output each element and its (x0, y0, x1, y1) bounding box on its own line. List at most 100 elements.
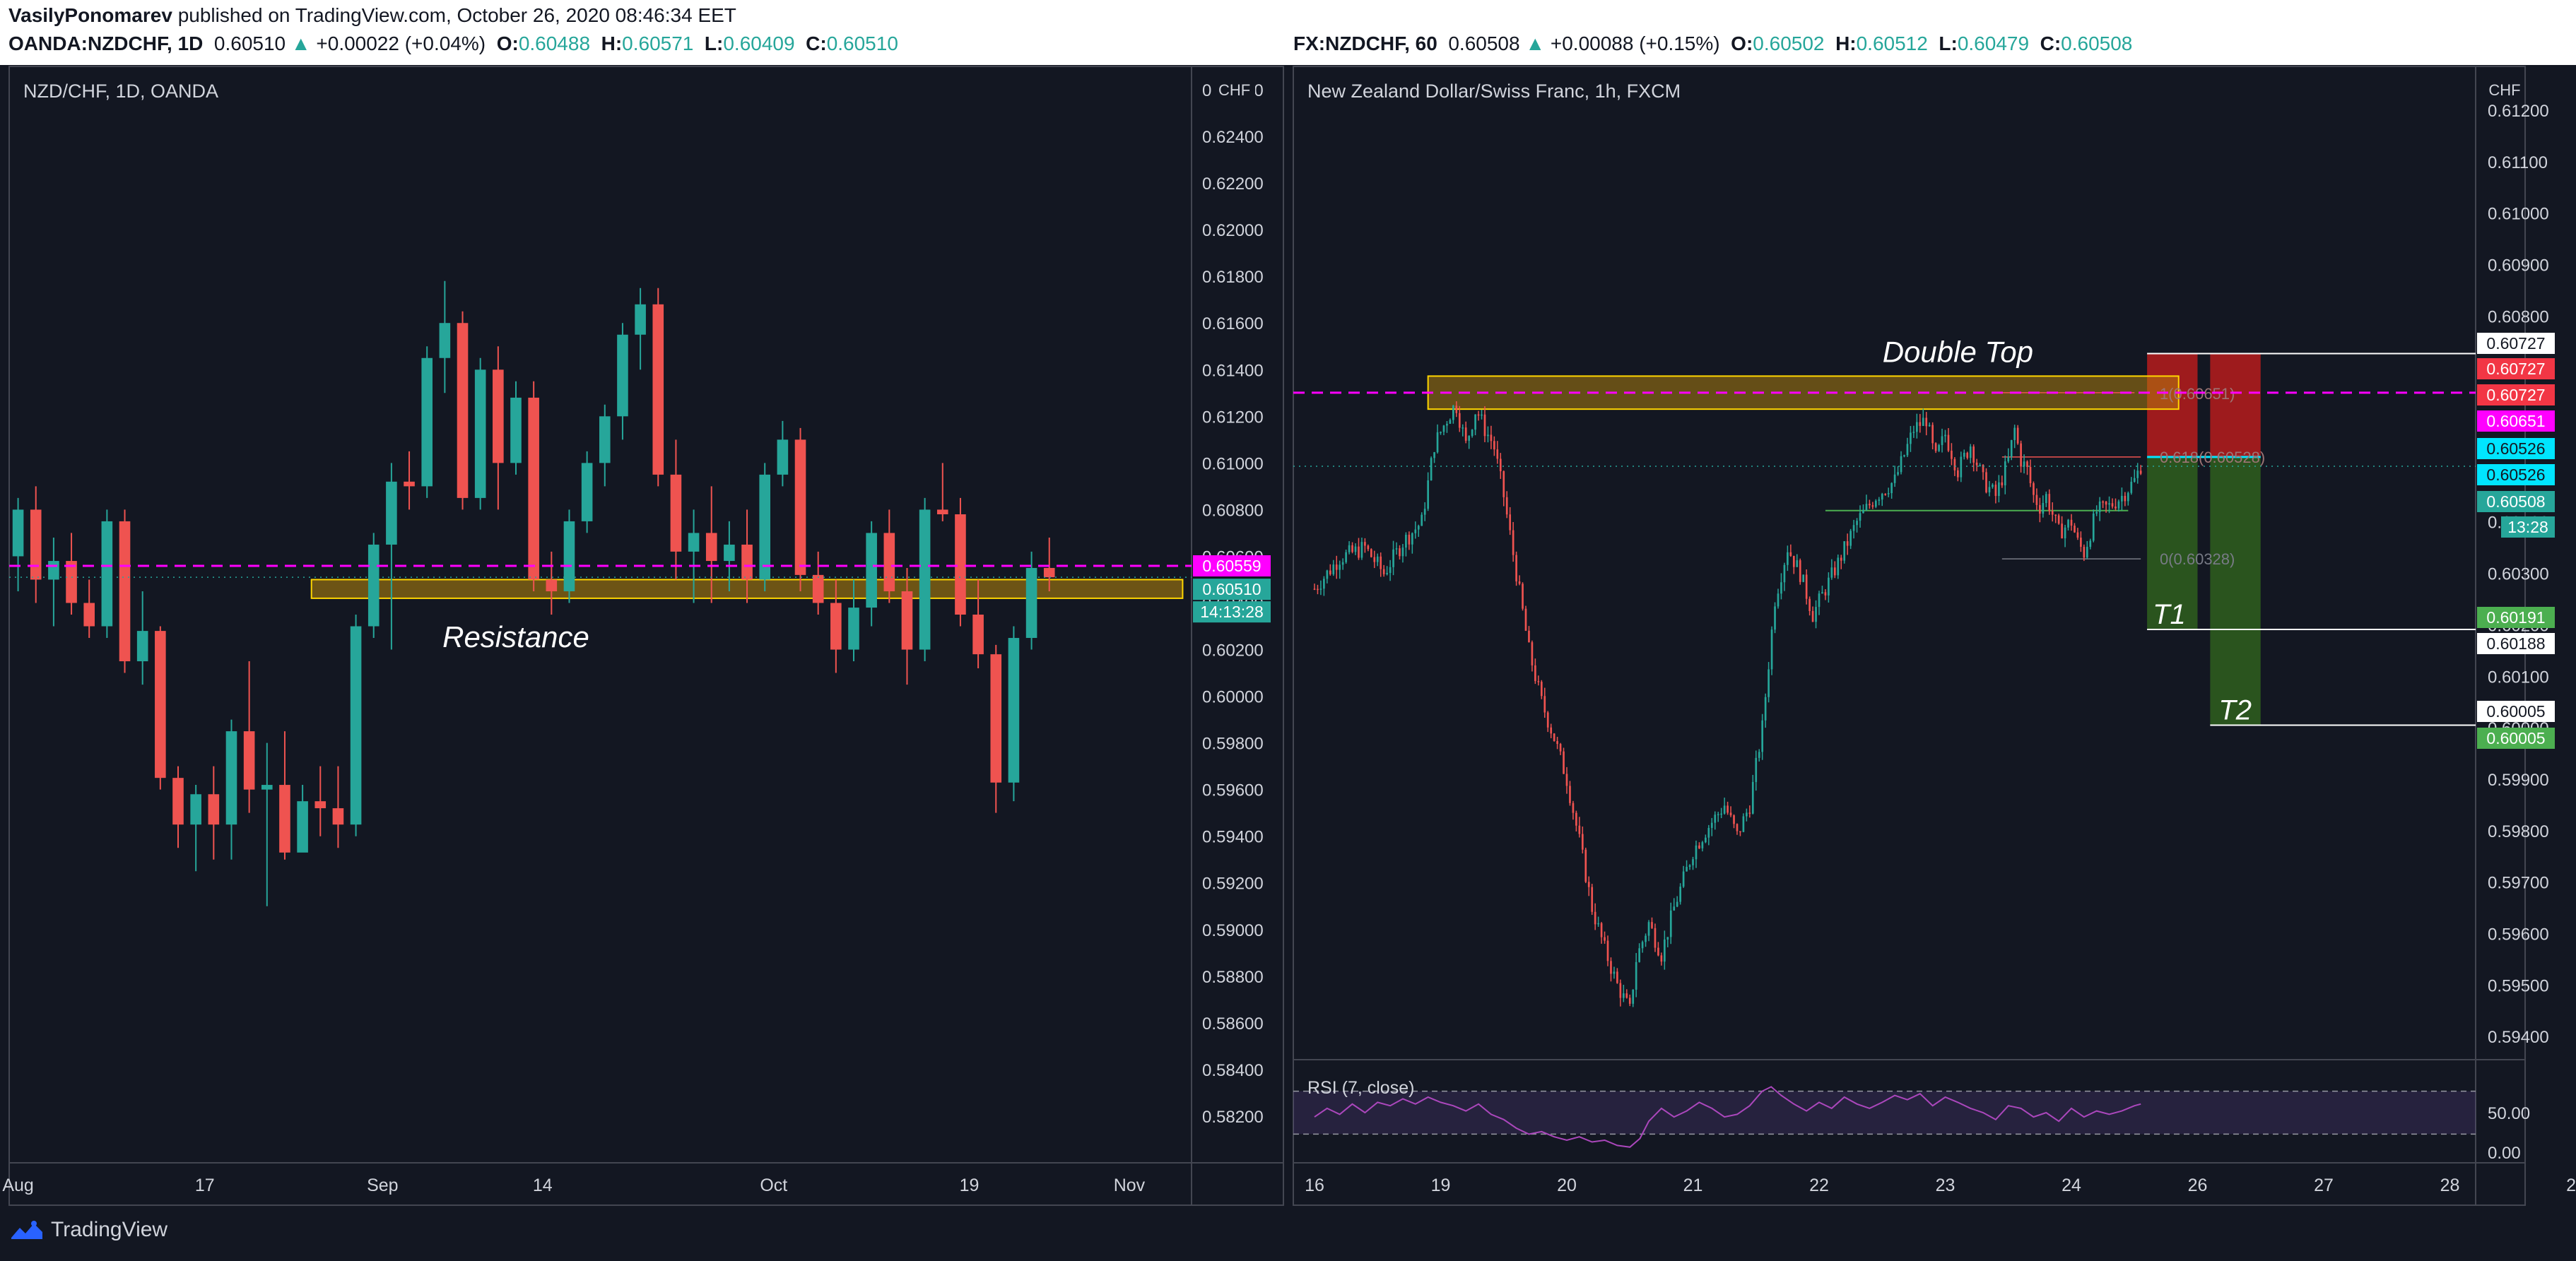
price-tick-label: 0.62000 (1202, 221, 1264, 240)
candle-body (1386, 572, 1388, 574)
charts-canvas[interactable]: 0.626000.624000.622000.620000.618000.616… (0, 0, 2576, 1261)
candle-body (1613, 971, 1616, 974)
candle-body (1025, 567, 1037, 639)
candle-body (1710, 822, 1713, 828)
left-chart-title: NZD/CHF, 1D, OANDA (23, 81, 219, 102)
candle-body (1859, 513, 1862, 521)
candle-body (1663, 939, 1666, 962)
candle-body (1575, 812, 1577, 826)
candle-body (1565, 774, 1568, 786)
candle-body (1591, 887, 1594, 912)
price-tag-label: 0.60510 (1202, 580, 1261, 598)
price-tick-label: 0.59000 (1202, 921, 1264, 940)
candle-body (2095, 511, 2098, 514)
candle-body (1705, 837, 1707, 843)
candle-body (1922, 418, 1924, 426)
price-tick-label: 0.60800 (2488, 307, 2549, 326)
candle-body (1540, 682, 1543, 697)
candle-body (2067, 519, 2069, 528)
candle-body (1464, 427, 1467, 441)
candle-body (1442, 425, 1445, 432)
candle-body (1856, 521, 1858, 526)
candle-body (528, 397, 539, 580)
price-tag-label: 0.60727 (2486, 334, 2545, 353)
price-tick-label: 0.59200 (1202, 875, 1264, 894)
candle-body (172, 778, 184, 825)
candle-body (866, 533, 877, 608)
candle-body (1405, 534, 1407, 548)
candle-body (2139, 470, 2142, 474)
candle-body (2010, 439, 2013, 457)
price-tick-label: 0.58800 (1202, 968, 1264, 987)
candle-body (1761, 720, 1764, 752)
candle-body (2127, 492, 2129, 502)
candle-body (1522, 584, 1524, 609)
candle-body (1890, 483, 1893, 494)
candle-body (1430, 458, 1433, 480)
candle-body (2051, 511, 2054, 515)
price-tick-label: 0.62200 (1202, 174, 1264, 194)
candle-body (1758, 752, 1760, 758)
candle-body (1869, 504, 1871, 506)
candle-body (1695, 845, 1698, 860)
candle-body (688, 533, 700, 552)
candle-body (2115, 507, 2117, 509)
candle-body (1323, 579, 1325, 589)
candle-body (830, 603, 842, 650)
candle-body (1452, 405, 1454, 420)
candle-body (1799, 560, 1801, 582)
candle-body (1897, 472, 1899, 475)
candle-body (510, 397, 522, 463)
candle-body (1893, 474, 1896, 483)
candle-body (1846, 541, 1849, 546)
time-tick-label: 24 (2062, 1176, 2081, 1195)
candle-body (1455, 405, 1458, 413)
candle-body (1903, 455, 1905, 456)
price-tick-label: 0.60900 (2488, 256, 2549, 275)
candle-body (1865, 504, 1868, 510)
candle-body (350, 626, 362, 825)
candle-body (2089, 540, 2092, 547)
target-box-t2[interactable] (2210, 456, 2261, 726)
right-chart[interactable]: 0.61200 0.61100 0.61000 0.60900 0.60800 0.607… (1293, 81, 2576, 1195)
candle-body (1900, 456, 1902, 473)
candle-body (1770, 629, 1773, 670)
tradingview-logo[interactable]: TradingView (10, 1218, 167, 1242)
candle-body (1373, 557, 1376, 562)
price-tick-label: 0.60300 (2488, 565, 2549, 584)
candle-body (955, 514, 966, 615)
candle-body (314, 801, 327, 809)
candle-body (1783, 564, 1786, 583)
candle-body (1515, 555, 1517, 581)
candle-body (1707, 827, 1710, 838)
candle-body (1884, 494, 1887, 495)
price-tick-label: 0.59600 (1202, 781, 1264, 800)
left-chart[interactable]: 0.626000.624000.622000.620000.618000.616… (2, 79, 1271, 1195)
candle-body (1531, 642, 1534, 665)
left-chart-frame (8, 66, 1284, 1206)
candle-body (1483, 414, 1486, 437)
price-tick-label: 0.61400 (1202, 361, 1264, 380)
time-tick-label: Aug (2, 1176, 33, 1195)
candle-body (1389, 567, 1392, 573)
candle-body (1317, 588, 1319, 591)
candle-body (617, 334, 628, 417)
candle-body (1824, 592, 1827, 596)
candle-body (1998, 482, 2000, 497)
time-tick-label: 28 (2440, 1176, 2460, 1195)
stop-loss-box-2[interactable] (2210, 353, 2261, 457)
candle-body (1852, 525, 1855, 531)
candle-body (1941, 436, 1943, 445)
double-top-annotation: Double Top (1883, 336, 2033, 369)
candle-body (190, 794, 201, 825)
candle-body (2033, 483, 2035, 495)
price-tag-label: 0.60188 (2486, 634, 2545, 653)
candle-body (759, 474, 771, 580)
candle-body (2039, 504, 2041, 514)
time-tick-label: 21 (1683, 1176, 1703, 1195)
candle-body (1351, 545, 1353, 552)
candle-body (741, 544, 753, 580)
candle-body (1802, 574, 1805, 582)
candle-body (1679, 887, 1681, 902)
candle-body (1796, 560, 1799, 567)
